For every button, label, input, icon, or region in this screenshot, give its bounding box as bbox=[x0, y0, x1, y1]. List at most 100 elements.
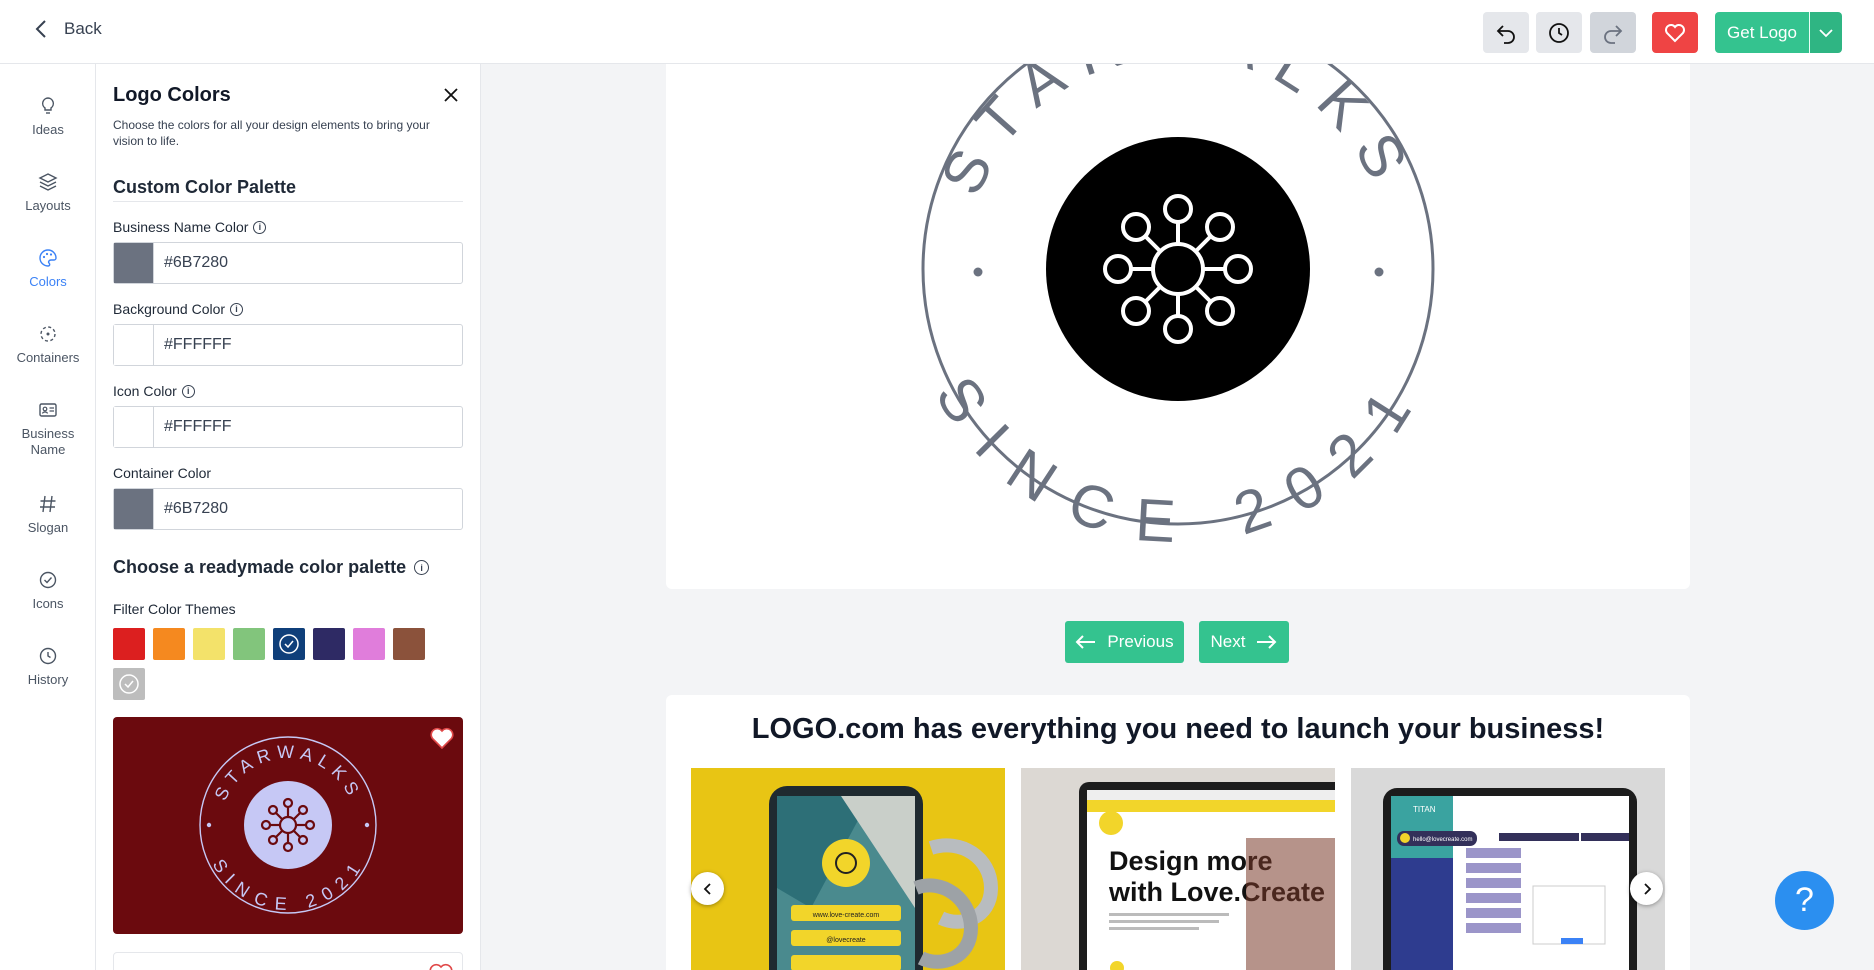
rail-item-ideas[interactable]: Ideas bbox=[0, 96, 96, 138]
business-name-color-field bbox=[113, 242, 463, 284]
info-icon[interactable]: i bbox=[181, 384, 195, 398]
chevron-right-icon bbox=[1643, 882, 1651, 895]
icon-color-field bbox=[113, 406, 463, 448]
theme-swatch-gray[interactable] bbox=[113, 668, 145, 700]
color-swatch[interactable] bbox=[114, 243, 154, 283]
help-button[interactable]: ? bbox=[1775, 871, 1834, 930]
clock-icon bbox=[39, 647, 57, 665]
promo-slide-phone: www.love-create.com @lovecreate bbox=[691, 768, 1005, 970]
readymade-heading: Choose a readymade color palette i bbox=[113, 557, 430, 578]
heart-icon[interactable] bbox=[428, 961, 454, 970]
id-card-icon bbox=[39, 403, 57, 417]
rail-item-business-name[interactable]: Business Name bbox=[0, 400, 96, 458]
divider bbox=[113, 201, 463, 202]
laptop-mockup-image: Design more with Love.Create bbox=[1079, 782, 1335, 970]
theme-swatch-red[interactable] bbox=[113, 628, 145, 660]
color-swatch[interactable] bbox=[114, 407, 154, 447]
lightbulb-icon bbox=[41, 97, 55, 114]
chevron-left-icon bbox=[35, 20, 46, 38]
get-logo-button[interactable]: Get Logo bbox=[1715, 12, 1809, 53]
theme-swatch-yellow[interactable] bbox=[193, 628, 225, 660]
get-logo-dropdown[interactable] bbox=[1809, 12, 1842, 53]
check-circle-icon bbox=[119, 674, 139, 694]
custom-palette-heading: Custom Color Palette bbox=[113, 177, 297, 197]
redo-button[interactable] bbox=[1590, 12, 1636, 53]
rail-label: Icons bbox=[32, 596, 64, 611]
theme-swatch-indigo[interactable] bbox=[313, 628, 345, 660]
business-name-color-label: Business Name Color i bbox=[113, 219, 267, 235]
logo-preview: STARWALKS SINCE 2021 bbox=[921, 3, 1435, 556]
container-color-label: Container Color bbox=[113, 465, 211, 481]
phone-mockup-image: www.love-create.com @lovecreate bbox=[769, 786, 999, 970]
chevron-left-icon bbox=[703, 882, 711, 895]
palette-preview-card[interactable] bbox=[113, 952, 463, 970]
business-name-color-input[interactable] bbox=[154, 254, 454, 272]
history-button[interactable] bbox=[1536, 12, 1582, 53]
next-label: Next bbox=[1210, 632, 1246, 651]
color-swatch[interactable] bbox=[114, 325, 154, 365]
promo-section: LOGO.com has everything you need to laun… bbox=[666, 695, 1690, 970]
rail-label: Layouts bbox=[25, 198, 71, 213]
rail-label: Ideas bbox=[32, 122, 64, 137]
logo-preview-card: STARWALKS SINCE 2021 bbox=[666, 3, 1690, 589]
field-label-text: Background Color bbox=[113, 301, 226, 317]
theme-swatch-brown[interactable] bbox=[393, 628, 425, 660]
background-color-field bbox=[113, 324, 463, 366]
rail-label: Slogan bbox=[27, 520, 69, 535]
info-icon[interactable]: i bbox=[230, 302, 244, 316]
info-icon[interactable]: i bbox=[414, 560, 430, 575]
rail-label: History bbox=[27, 672, 69, 687]
previous-label: Previous bbox=[1107, 632, 1174, 651]
field-label-text: Container Color bbox=[113, 465, 212, 481]
palette-preview-card[interactable]: STARWALKS SINCE 2021 bbox=[113, 717, 463, 934]
rail-item-icons[interactable]: Icons bbox=[0, 570, 96, 612]
filter-color-themes-label: Filter Color Themes bbox=[113, 601, 236, 617]
container-color-input[interactable] bbox=[154, 500, 454, 518]
theme-swatch-green[interactable] bbox=[233, 628, 265, 660]
layers-icon bbox=[38, 173, 58, 191]
theme-swatch-orange[interactable] bbox=[153, 628, 185, 660]
top-bar: Back Get Logo bbox=[0, 0, 1874, 64]
arrow-right-icon bbox=[1257, 635, 1277, 649]
rail-item-colors[interactable]: Colors bbox=[0, 248, 96, 290]
tablet-mockup-image: TITAN hello@lovecreate.com bbox=[1383, 788, 1637, 970]
background-color-input[interactable] bbox=[154, 336, 454, 354]
chevron-down-icon bbox=[1819, 28, 1833, 37]
icon-color-input[interactable] bbox=[154, 418, 454, 436]
slide1-url: www.love-create.com bbox=[812, 912, 880, 919]
info-icon[interactable]: i bbox=[253, 220, 267, 234]
container-color-field bbox=[113, 488, 463, 530]
readymade-heading-text: Choose a readymade color palette bbox=[113, 557, 407, 577]
rail-item-slogan[interactable]: Slogan bbox=[0, 494, 96, 536]
undo-button[interactable] bbox=[1483, 12, 1529, 53]
palette-icon bbox=[39, 249, 57, 267]
rail-item-layouts[interactable]: Layouts bbox=[0, 172, 96, 214]
hash-icon bbox=[40, 495, 56, 513]
promo-slide-laptop: Design more with Love.Create bbox=[1021, 768, 1335, 970]
back-button[interactable]: Back bbox=[34, 18, 102, 40]
previous-button[interactable]: Previous bbox=[1065, 621, 1184, 663]
undo-icon bbox=[1496, 24, 1515, 44]
promo-title: LOGO.com has everything you need to laun… bbox=[751, 713, 1605, 745]
clock-icon bbox=[1549, 22, 1569, 43]
panel-description: Choose the colors for all your design el… bbox=[113, 118, 430, 148]
slide1-handle: @lovecreate bbox=[826, 937, 866, 944]
field-label-text: Business Name Color bbox=[113, 219, 249, 235]
heart-icon[interactable] bbox=[429, 725, 455, 751]
carousel-next-button[interactable] bbox=[1630, 872, 1663, 905]
icon-color-label: Icon Color i bbox=[113, 383, 195, 399]
panel-title: Logo Colors bbox=[113, 84, 231, 106]
theme-swatch-navy[interactable] bbox=[273, 628, 305, 660]
color-swatch[interactable] bbox=[114, 489, 154, 529]
next-button[interactable]: Next bbox=[1199, 621, 1289, 663]
check-circle-icon bbox=[279, 634, 299, 654]
field-label-text: Icon Color bbox=[113, 383, 177, 399]
carousel-prev-button[interactable] bbox=[691, 872, 724, 905]
favorite-button[interactable] bbox=[1652, 12, 1698, 53]
rail-item-containers[interactable]: Containers bbox=[0, 324, 96, 366]
side-nav-rail: Ideas Layouts Colors Containers Business… bbox=[0, 64, 96, 970]
logo-colors-panel: Logo Colors Choose the colors for all yo… bbox=[96, 64, 481, 970]
theme-swatch-pink[interactable] bbox=[353, 628, 385, 660]
rail-item-history[interactable]: History bbox=[0, 646, 96, 688]
close-icon[interactable] bbox=[441, 85, 461, 105]
